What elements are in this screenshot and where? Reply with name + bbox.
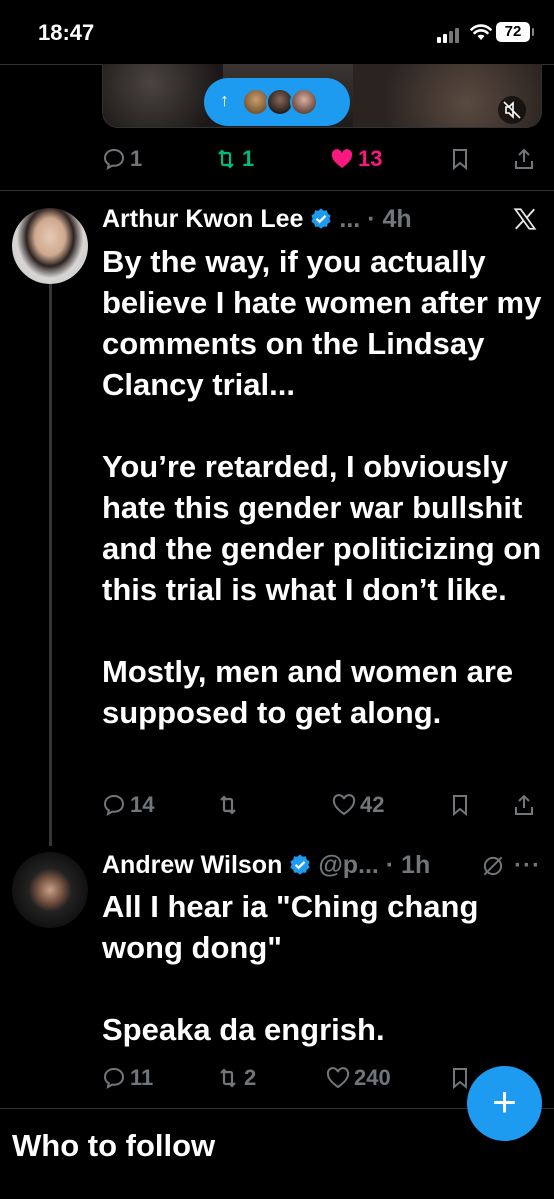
arrow-up-icon: ↑ bbox=[220, 90, 229, 110]
new-posts-button[interactable]: ↑ bbox=[204, 78, 350, 126]
share-icon bbox=[515, 794, 533, 815]
tweet-meta: ... · 4h bbox=[339, 204, 412, 233]
tweet-paragraph: You’re retarded, I obviously hate this g… bbox=[102, 449, 542, 607]
tweet-header: Arthur Kwon Lee ... · 4h bbox=[102, 202, 412, 236]
tweet-actions: 1 1 13 bbox=[102, 144, 542, 174]
x-logo-icon bbox=[513, 208, 537, 230]
divider bbox=[0, 190, 554, 191]
like-count: 240 bbox=[354, 1065, 391, 1090]
wifi-icon bbox=[470, 24, 492, 40]
tweet-paragraph: Mostly, men and women are supposed to ge… bbox=[102, 654, 514, 730]
like-count: 42 bbox=[360, 792, 385, 817]
tweet-text: By the way, if you actually believe I ha… bbox=[102, 241, 547, 733]
status-time: 18:47 bbox=[38, 20, 95, 45]
avatar[interactable] bbox=[12, 852, 88, 928]
compose-button[interactable]: + bbox=[467, 1066, 542, 1141]
reply-count: 1 bbox=[130, 146, 143, 171]
verified-icon bbox=[290, 854, 310, 875]
reply-button[interactable]: 11 bbox=[102, 1063, 153, 1093]
tweet-paragraph: Speaka da engrish. bbox=[102, 1012, 385, 1047]
avatar[interactable] bbox=[12, 208, 88, 284]
retweet-button[interactable]: 2 bbox=[216, 1063, 256, 1093]
retweet-icon bbox=[220, 1068, 236, 1088]
grok-icon[interactable] bbox=[480, 853, 506, 879]
tweet-actions: 14 42 bbox=[102, 790, 542, 820]
like-button[interactable]: 240 bbox=[326, 1063, 391, 1093]
bookmark-icon bbox=[453, 795, 467, 817]
tweet-text: All I hear ia "Ching chang wong dong" Sp… bbox=[102, 886, 547, 1050]
status-bar: 18:47 72 bbox=[0, 0, 554, 64]
more-icon[interactable]: ··· bbox=[514, 852, 541, 880]
like-button[interactable]: 13 bbox=[330, 144, 382, 174]
verified-icon bbox=[311, 208, 332, 229]
retweet-button[interactable]: 1 bbox=[214, 144, 254, 174]
thread-line bbox=[49, 284, 52, 846]
reply-button[interactable]: 1 bbox=[102, 144, 142, 174]
reply-button[interactable]: 14 bbox=[102, 790, 154, 820]
signal-icon bbox=[437, 27, 463, 43]
bookmark-icon bbox=[453, 149, 467, 171]
avatar bbox=[290, 88, 318, 116]
retweet-icon bbox=[220, 795, 236, 815]
like-icon bbox=[331, 149, 353, 168]
retweet-count: 2 bbox=[244, 1065, 257, 1090]
bookmark-button[interactable] bbox=[448, 144, 476, 174]
share-icon bbox=[515, 148, 533, 169]
retweet-icon bbox=[218, 149, 234, 169]
like-icon bbox=[326, 1067, 350, 1089]
reply-icon bbox=[103, 1067, 125, 1089]
retweet-count: 1 bbox=[242, 146, 255, 171]
reply-count: 11 bbox=[130, 1065, 154, 1090]
like-count: 13 bbox=[358, 146, 383, 171]
mute-icon[interactable] bbox=[498, 96, 526, 124]
share-button[interactable] bbox=[512, 144, 540, 174]
tweet-paragraph: By the way, if you actually believe I ha… bbox=[102, 244, 542, 402]
share-button[interactable] bbox=[512, 790, 540, 820]
retweet-button[interactable] bbox=[216, 790, 244, 820]
author-name[interactable]: Andrew Wilson bbox=[102, 851, 282, 880]
reply-icon bbox=[103, 794, 125, 816]
compose-icon: + bbox=[492, 1078, 517, 1125]
bookmark-button[interactable] bbox=[448, 790, 476, 820]
reply-count: 14 bbox=[130, 792, 155, 817]
like-icon bbox=[332, 794, 356, 816]
bookmark-icon bbox=[453, 1068, 467, 1090]
who-to-follow-heading: Who to follow bbox=[12, 1128, 216, 1163]
reply-icon bbox=[103, 148, 125, 170]
battery-icon: 72 bbox=[496, 22, 534, 42]
like-button[interactable]: 42 bbox=[332, 790, 384, 820]
tweet-paragraph: All I hear ia "Ching chang wong dong" bbox=[102, 889, 479, 965]
author-name[interactable]: Arthur Kwon Lee bbox=[102, 205, 303, 234]
tweet-header: Andrew Wilson @p... · 1h bbox=[102, 848, 430, 882]
tweet-meta: @p... · 1h bbox=[318, 850, 431, 879]
